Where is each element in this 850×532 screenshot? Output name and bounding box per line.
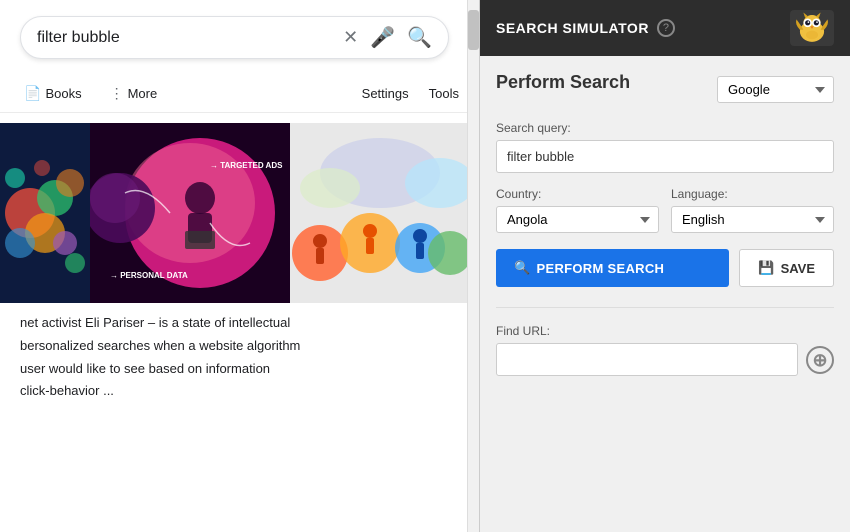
country-label: Country:	[496, 187, 659, 201]
perform-search-button[interactable]: 🔍 PERFORM SEARCH	[496, 249, 729, 287]
result-image-2[interactable]: → TARGETED ADS → PERSONAL DATA	[90, 123, 290, 303]
find-url-row: ⊕	[496, 343, 834, 376]
toolbar-more-label: More	[128, 86, 158, 101]
svg-text:→ PERSONAL DATA: → PERSONAL DATA	[110, 271, 188, 280]
search-query-label: Search query:	[496, 121, 834, 135]
panel-content: Perform Search Google Bing Yahoo DuckDuc…	[480, 56, 850, 532]
help-icon[interactable]: ?	[657, 19, 675, 37]
svg-text:→ TARGETED ADS: → TARGETED ADS	[210, 161, 283, 170]
language-dropdown[interactable]: English Portuguese Spanish French German	[671, 206, 834, 233]
scrollbar-thumb[interactable]	[468, 10, 479, 50]
find-url-label: Find URL:	[496, 324, 834, 338]
section-title: Perform Search	[496, 72, 630, 93]
country-language-row: Country: Angola United States United Kin…	[496, 187, 834, 233]
owl-logo	[790, 10, 834, 46]
panel-title: SEARCH SIMULATOR	[496, 20, 649, 36]
microphone-icon[interactable]: 🎤	[370, 25, 395, 50]
toolbar-books[interactable]: 📄 Books	[20, 79, 86, 108]
search-submit-icon[interactable]: 🔍	[407, 25, 432, 50]
search-simulator-panel: SEARCH SIMULATOR ?	[480, 0, 850, 532]
save-icon: 💾	[758, 260, 774, 276]
google-search-text: filter bubble	[37, 29, 343, 47]
header-left: SEARCH SIMULATOR ?	[496, 19, 675, 37]
engine-dropdown[interactable]: Google Bing Yahoo DuckDuckGo Yandex	[717, 76, 834, 103]
toolbar-books-label: Books	[45, 86, 81, 101]
language-col: Language: English Portuguese Spanish Fre…	[671, 187, 834, 233]
country-col: Country: Angola United States United Kin…	[496, 187, 659, 233]
language-label: Language:	[671, 187, 834, 201]
scrollbar[interactable]	[467, 0, 479, 532]
result-line-3: user would like to see based on informat…	[20, 359, 459, 380]
toolbar-more[interactable]: ⋮ More	[106, 79, 162, 108]
google-search-bar[interactable]: filter bubble ✕ 🎤 🔍	[20, 16, 449, 59]
google-results-panel: filter bubble ✕ 🎤 🔍 📄 Books ⋮ More Setti…	[0, 0, 480, 532]
country-dropdown[interactable]: Angola United States United Kingdom Germ…	[496, 206, 659, 233]
search-btn-icon: 🔍	[514, 260, 531, 276]
result-line-2: bersonalized searches when a website alg…	[20, 336, 459, 357]
more-icon: ⋮	[110, 85, 124, 102]
text-results: net activist Eli Pariser – is a state of…	[0, 303, 479, 414]
search-bar-icons: ✕ 🎤 🔍	[343, 25, 432, 50]
find-url-add-button[interactable]: ⊕	[806, 346, 834, 374]
toolbar-tools[interactable]: Tools	[429, 86, 459, 101]
google-toolbar: 📄 Books ⋮ More Settings Tools	[0, 75, 479, 113]
find-url-input[interactable]	[496, 343, 798, 376]
image-results-row: → TARGETED ADS → PERSONAL DATA	[0, 123, 479, 303]
clear-icon[interactable]: ✕	[343, 27, 358, 48]
result-image-3[interactable]	[290, 123, 470, 303]
result-line-4: click-behavior ...	[20, 381, 459, 402]
search-query-input[interactable]	[496, 140, 834, 173]
result-image-1[interactable]	[0, 123, 90, 303]
panel-header: SEARCH SIMULATOR ?	[480, 0, 850, 56]
search-btn-label: PERFORM SEARCH	[537, 261, 665, 276]
books-icon: 📄	[24, 85, 41, 102]
save-btn-label: SAVE	[781, 261, 815, 276]
section-divider	[496, 307, 834, 308]
result-line-1: net activist Eli Pariser – is a state of…	[20, 313, 459, 334]
save-button[interactable]: 💾 SAVE	[739, 249, 834, 287]
action-buttons: 🔍 PERFORM SEARCH 💾 SAVE	[496, 249, 834, 287]
toolbar-settings[interactable]: Settings	[362, 86, 409, 101]
